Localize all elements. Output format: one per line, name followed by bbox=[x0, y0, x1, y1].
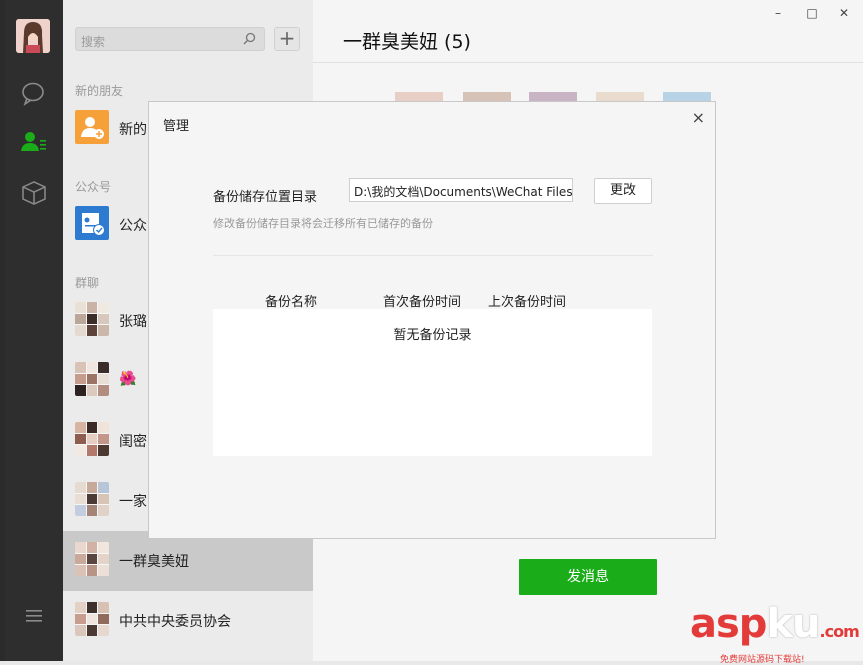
search-placeholder: 搜索 bbox=[81, 35, 105, 49]
chat-bubble-icon[interactable] bbox=[19, 79, 49, 109]
group-avatar bbox=[75, 542, 109, 576]
new-friends-icon bbox=[75, 110, 109, 144]
dialog-title: 管理 bbox=[163, 115, 189, 134]
watermark-asp: asp bbox=[690, 601, 766, 647]
watermark-text: aspku.com bbox=[690, 604, 860, 652]
group-avatar bbox=[75, 362, 109, 396]
section-groups: 群聊 bbox=[75, 274, 99, 291]
group-avatar bbox=[75, 302, 109, 336]
box-icon[interactable] bbox=[19, 178, 49, 208]
maximize-button[interactable]: □ bbox=[802, 6, 822, 20]
list-item-name: 新的 bbox=[119, 119, 147, 139]
search-icon[interactable] bbox=[243, 32, 256, 48]
list-item-name: 闺密 bbox=[119, 431, 147, 451]
chat-title: 一群臭美妞 (5) bbox=[343, 27, 471, 54]
minimize-button[interactable]: – bbox=[768, 6, 788, 20]
backup-path-label: 备份储存位置目录 bbox=[213, 186, 317, 205]
column-header-first-time: 首次备份时间 bbox=[383, 291, 461, 310]
nav-sidebar bbox=[5, 0, 63, 661]
close-window-button[interactable]: ✕ bbox=[834, 6, 854, 20]
path-hint: 修改备份储存目录将会迁移所有已储存的备份 bbox=[213, 215, 433, 231]
backup-path-field[interactable]: D:\我的文档\Documents\WeChat Files\ bbox=[349, 178, 573, 202]
watermark-com: .com bbox=[820, 622, 859, 641]
group-avatar bbox=[75, 482, 109, 516]
empty-message: 暂无备份记录 bbox=[213, 324, 652, 343]
send-message-button[interactable]: 发消息 bbox=[519, 559, 657, 595]
section-new-friends: 新的朋友 bbox=[75, 82, 123, 99]
watermark-subtitle: 免费网站源码下载站! bbox=[720, 652, 860, 665]
group-avatar bbox=[75, 602, 109, 636]
list-item-name: 一家 bbox=[119, 491, 147, 511]
list-item-name: 公众 bbox=[119, 215, 147, 235]
list-item-selected[interactable]: 一群臭美妞 bbox=[63, 531, 313, 591]
column-header-name: 备份名称 bbox=[265, 291, 317, 310]
list-item[interactable]: 中共中央委员协会 bbox=[63, 591, 313, 651]
contacts-icon[interactable] bbox=[19, 128, 49, 158]
list-item-name: 中共中央委员协会 bbox=[119, 611, 231, 631]
column-header-last-time: 上次备份时间 bbox=[488, 291, 566, 310]
divider bbox=[213, 255, 653, 256]
avatar[interactable] bbox=[16, 19, 50, 53]
section-official: 公众号 bbox=[75, 178, 111, 195]
close-icon[interactable]: × bbox=[692, 108, 705, 127]
backup-table: 暂无备份记录 bbox=[213, 309, 652, 456]
change-path-button[interactable]: 更改 bbox=[594, 178, 652, 204]
add-button[interactable]: + bbox=[274, 27, 300, 51]
group-avatar bbox=[75, 422, 109, 456]
backup-manage-dialog: 管理 × 备份储存位置目录 D:\我的文档\Documents\WeChat F… bbox=[148, 101, 716, 539]
chat-header: 一群臭美妞 (5) – □ ✕ bbox=[313, 0, 863, 63]
menu-icon[interactable] bbox=[19, 601, 49, 631]
list-item-name: 张璐 bbox=[119, 311, 147, 331]
list-item-name: 🌺 bbox=[119, 371, 136, 387]
watermark-ku: ku bbox=[766, 601, 819, 647]
search-input[interactable]: 搜索 bbox=[75, 27, 265, 51]
official-accounts-icon bbox=[75, 206, 109, 240]
list-item-name: 一群臭美妞 bbox=[119, 551, 189, 571]
watermark-logo: aspku.com 免费网站源码下载站! bbox=[690, 604, 860, 659]
